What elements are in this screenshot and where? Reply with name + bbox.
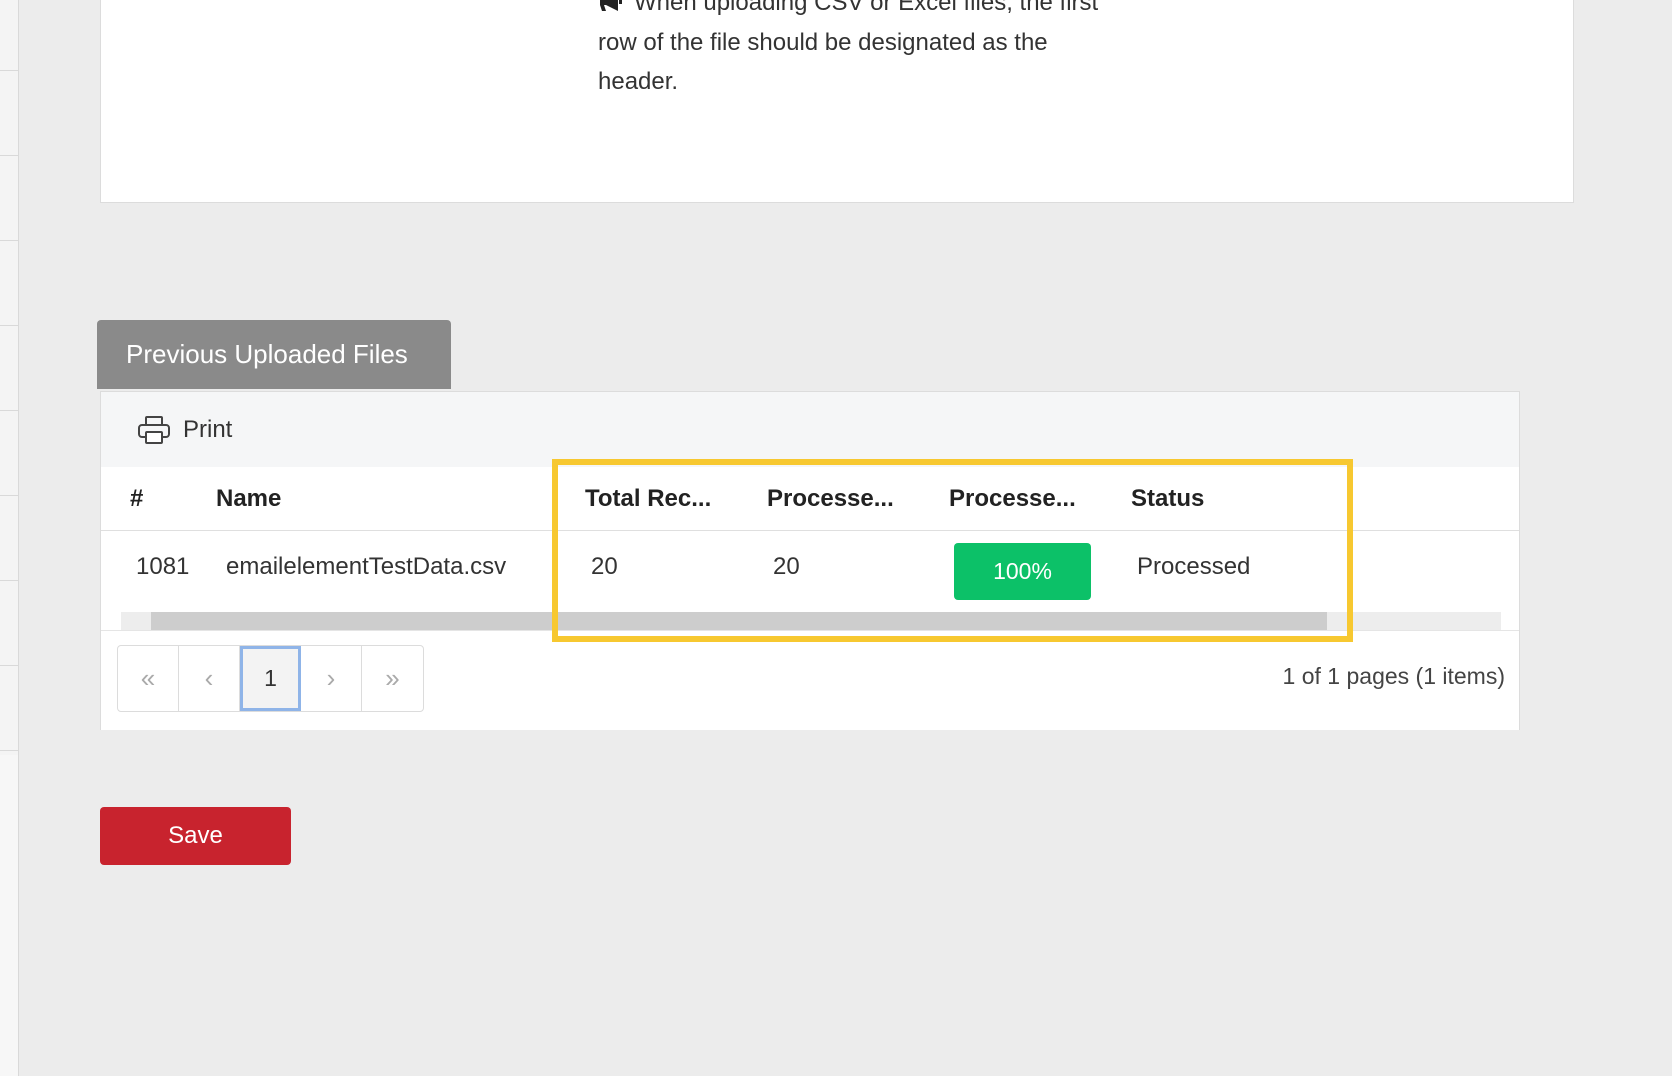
first-page-button[interactable]: «: [118, 646, 179, 711]
notice-line: When uploading CSV or Excel files, the f…: [598, 0, 1098, 17]
printer-icon: [138, 416, 170, 444]
sidebar-divider: [0, 665, 18, 666]
column-header-name[interactable]: Name: [216, 467, 281, 530]
left-sidebar-edge: [0, 0, 19, 1076]
progress-badge: 100%: [954, 543, 1091, 600]
cell-id: 1081: [136, 553, 190, 580]
prev-page-button[interactable]: ‹: [179, 646, 240, 711]
cell-processed-count: 20: [773, 553, 800, 580]
sidebar-divider: [0, 410, 18, 411]
upload-info-panel: When uploading CSV or Excel files, the f…: [100, 0, 1574, 203]
megaphone-icon: [600, 0, 622, 11]
column-header-processed-count[interactable]: Processe...: [767, 467, 894, 530]
scrollbar-thumb[interactable]: [151, 612, 1327, 630]
notice-text-1: When uploading CSV or Excel files, the f…: [634, 0, 1099, 16]
pager-row: « ‹ 1 › » 1 of 1 pages (1 items): [101, 630, 1519, 730]
cell-total-records: 20: [591, 553, 618, 580]
pager-summary: 1 of 1 pages (1 items): [1282, 663, 1505, 689]
page-1-button[interactable]: 1: [240, 646, 301, 711]
column-header-processed-percent[interactable]: Processe...: [949, 467, 1076, 530]
sidebar-divider: [0, 240, 18, 241]
column-header-total-records[interactable]: Total Rec...: [585, 467, 711, 530]
print-label: Print: [183, 416, 233, 443]
next-page-button[interactable]: ›: [301, 646, 362, 711]
notice-text-3: header.: [598, 68, 679, 95]
pager: « ‹ 1 › »: [117, 645, 424, 712]
last-page-button[interactable]: »: [362, 646, 423, 711]
sidebar-divider: [0, 495, 18, 496]
column-header-status[interactable]: Status: [1131, 467, 1204, 530]
cell-name: emailelementTestData.csv: [226, 553, 507, 580]
print-button[interactable]: Print: [137, 412, 232, 448]
sidebar-divider: [0, 325, 18, 326]
table-header: # Name Total Rec... Processe... Processe…: [101, 467, 1519, 531]
cell-status: Processed: [1137, 553, 1251, 580]
save-button[interactable]: Save: [100, 807, 291, 865]
sidebar-divider: [0, 750, 18, 751]
column-header-id[interactable]: #: [130, 467, 143, 530]
tab-previous-uploaded-files[interactable]: Previous Uploaded Files: [97, 320, 451, 389]
sidebar-divider: [0, 580, 18, 581]
sidebar-divider: [0, 155, 18, 156]
sidebar-divider: [0, 70, 18, 71]
table-row[interactable]: 1081 emailelementTestData.csv 20 20 100%…: [101, 531, 1519, 603]
horizontal-scrollbar[interactable]: [121, 612, 1501, 630]
uploaded-files-grid: Print # Name Total Rec... Processe... Pr…: [100, 391, 1520, 730]
notice-text-2: row of the file should be designated as …: [598, 29, 1048, 56]
sidebar-lower: [0, 755, 18, 1076]
grid-toolbar: Print: [101, 392, 1519, 468]
